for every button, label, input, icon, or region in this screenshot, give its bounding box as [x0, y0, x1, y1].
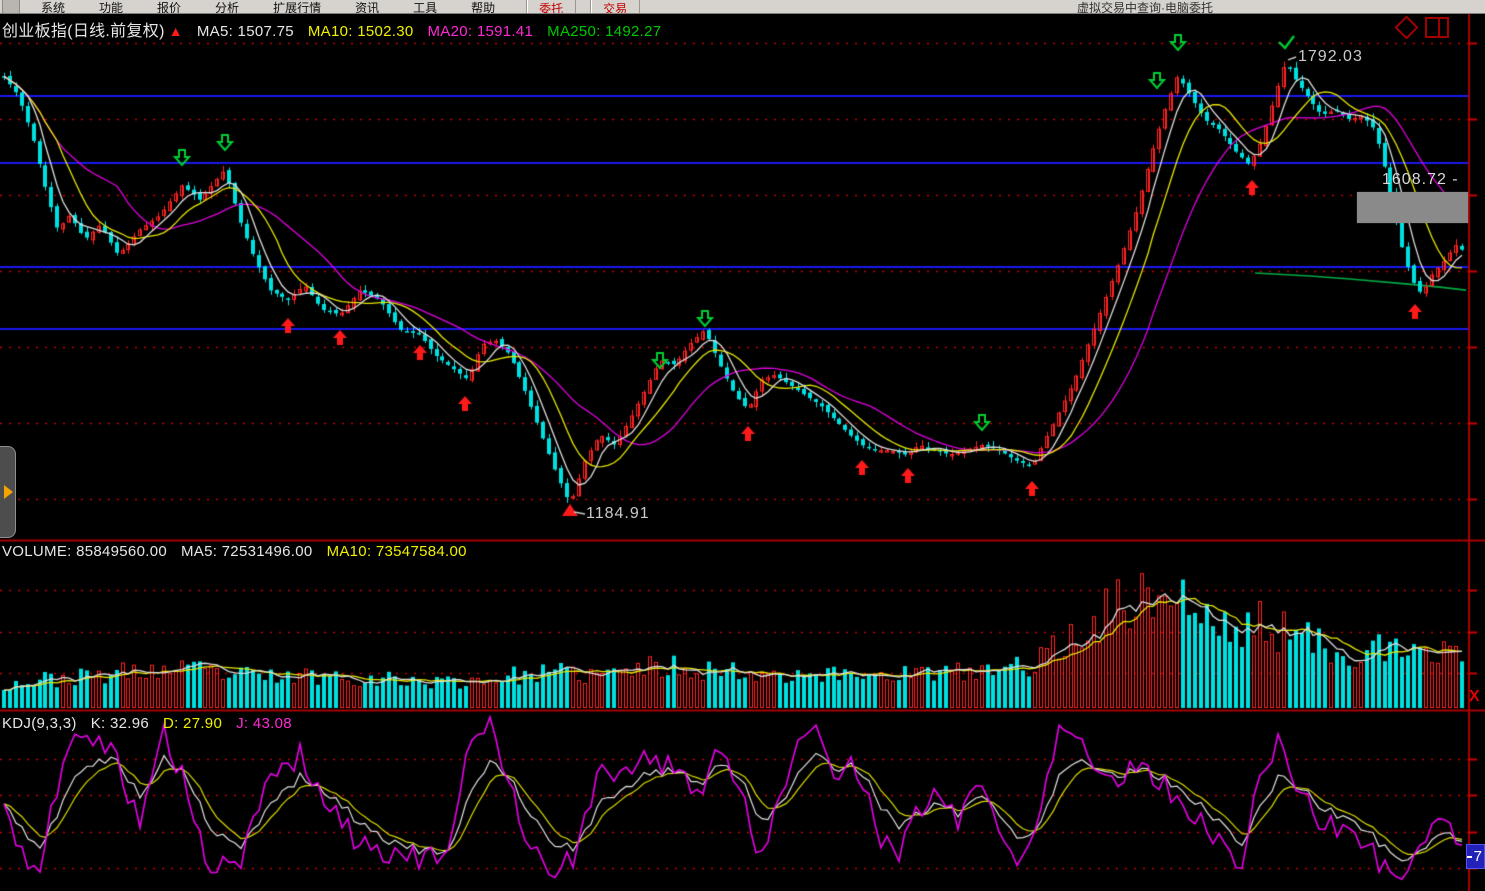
- chart-title: 创业板指(日线.前复权): [2, 23, 165, 40]
- menu-item[interactable]: 帮助: [454, 0, 512, 14]
- volume-pane-header: VOLUME: 85849560.00 MA5: 72531496.00 MA10:…: [2, 543, 481, 560]
- badge-dash: [1467, 856, 1472, 858]
- low-price-label: 1184.91: [586, 505, 650, 523]
- main-pane-header: 创业板指(日线.前复权)▲ MA5: 1507.75 MA10: 1502.30 MA…: [2, 17, 675, 41]
- menu-item[interactable]: 资讯: [338, 0, 396, 14]
- menu-item[interactable]: 系统: [24, 0, 82, 14]
- kdj-k-readout: K: 32.96: [91, 715, 149, 732]
- menu-bar: 系统功能报价分析扩展行情资讯工具帮助 委托 交易 虚拟交易中查询·电脑委托: [0, 0, 1485, 14]
- menu-item[interactable]: 功能: [82, 0, 140, 14]
- menu-item[interactable]: 分析: [198, 0, 256, 14]
- trade-button[interactable]: 交易: [590, 0, 640, 14]
- ma250-readout: MA250: 1492.27: [547, 23, 661, 40]
- kdj-pane-header: KDJ(9,3,3) K: 32.96 D: 27.90 J: 43.08: [2, 715, 306, 732]
- ma20-readout: MA20: 1591.41: [428, 23, 534, 40]
- sidebar-expand-tab[interactable]: [0, 446, 16, 538]
- last-price-label: 1608.72 -: [1382, 171, 1459, 189]
- scroll-badge: 7: [1466, 844, 1485, 869]
- status-text: 虚拟交易中查询·电脑委托: [1077, 0, 1213, 14]
- high-price-label: 1792.03: [1298, 48, 1363, 66]
- diamond-icon[interactable]: [1394, 15, 1418, 39]
- pane-close-x[interactable]: X: [1469, 688, 1480, 706]
- selection-box: [1357, 192, 1468, 223]
- kdj-d-readout: D: 27.90: [163, 715, 222, 732]
- app-logo-icon: [2, 0, 20, 14]
- kdj-j-readout: J: 43.08: [236, 715, 292, 732]
- expand-arrow-icon: [4, 485, 13, 499]
- chart-canvas[interactable]: [0, 0, 1485, 891]
- ma5-readout: MA5: 1507.75: [197, 23, 294, 40]
- kdj-name: KDJ(9,3,3): [2, 715, 77, 732]
- volume-ma10-readout: MA10: 73547584.00: [327, 543, 467, 560]
- pane-corner-icons: [1398, 17, 1449, 38]
- order-button[interactable]: 委托: [526, 0, 576, 14]
- menu-item[interactable]: 报价: [140, 0, 198, 14]
- ma10-readout: MA10: 1502.30: [308, 23, 414, 40]
- volume-ma5-readout: MA5: 72531496.00: [181, 543, 313, 560]
- volume-readout: VOLUME: 85849560.00: [2, 543, 167, 560]
- trend-up-icon: ▲: [169, 23, 183, 39]
- menu-item[interactable]: 扩展行情: [256, 0, 338, 14]
- menu-item[interactable]: 工具: [396, 0, 454, 14]
- split-window-icon[interactable]: [1425, 17, 1449, 38]
- trading-app-window: 系统功能报价分析扩展行情资讯工具帮助 委托 交易 虚拟交易中查询·电脑委托 创业…: [0, 0, 1485, 891]
